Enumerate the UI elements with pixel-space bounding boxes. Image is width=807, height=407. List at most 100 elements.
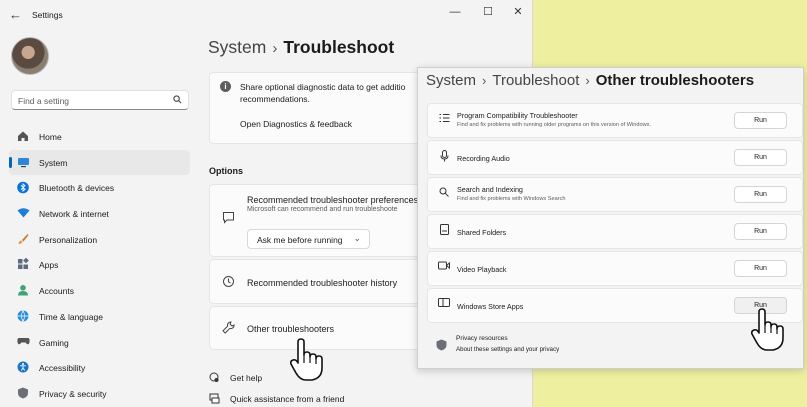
breadcrumb-system[interactable]: System: [208, 37, 266, 57]
run-button[interactable]: Run: [734, 186, 787, 203]
sidebar-item-label: Personalization: [39, 234, 98, 245]
troubleshooter-row: Search and Indexing Find and fix problem…: [427, 177, 803, 212]
breadcrumb-troubleshoot[interactable]: Troubleshoot: [492, 72, 579, 89]
breadcrumb: System › Troubleshoot: [208, 37, 394, 58]
quick-assistance-label: Quick assistance from a friend: [230, 394, 345, 404]
sidebar-item-apps[interactable]: Apps: [9, 252, 190, 278]
quick-assist-icon: [209, 393, 220, 407]
sidebar-item-accessibility[interactable]: Accessibility: [9, 355, 190, 381]
privacy-link[interactable]: About these settings and your privacy: [456, 346, 559, 353]
preference-dropdown[interactable]: Ask me before running ⌄: [247, 229, 370, 249]
back-arrow-icon[interactable]: ←: [9, 7, 22, 22]
shared-folder-icon: [437, 224, 451, 238]
diagnostics-text-line2: recommendations.: [240, 94, 310, 104]
page-title: Troubleshoot: [283, 37, 395, 57]
accounts-icon: [16, 284, 30, 298]
other-troubleshooters-label: Other troubleshooters: [247, 324, 335, 334]
troubleshooter-title: Program Compatibility Troubleshooter: [457, 111, 578, 120]
run-button[interactable]: Run: [734, 223, 787, 240]
privacy-resources: Privacy resources About these settings a…: [427, 330, 803, 362]
breadcrumb-separator: ›: [585, 73, 590, 88]
search-icon: [437, 187, 451, 200]
troubleshooter-title: Windows Store Apps: [457, 302, 524, 311]
get-help-label: Get help: [230, 373, 263, 383]
search-input[interactable]: Find a setting: [11, 90, 189, 110]
troubleshooter-row: Shared Folders Run: [427, 214, 803, 249]
troubleshooter-title: Search and Indexing: [457, 185, 523, 194]
run-button[interactable]: Run: [734, 112, 787, 129]
minimize-button[interactable]: —: [442, 4, 468, 20]
title-bar: ← Settings — ☐ ✕: [0, 0, 532, 30]
troubleshooter-row: Windows Store Apps Run: [427, 288, 803, 323]
wrench-icon: [222, 321, 235, 337]
troubleshooter-desc: Find and fix problems with running older…: [457, 122, 652, 128]
breadcrumb-system[interactable]: System: [426, 72, 476, 89]
store-apps-icon: [437, 298, 451, 310]
sidebar-item-system[interactable]: System: [9, 149, 190, 176]
sidebar-item-time-language[interactable]: Time & language: [9, 304, 190, 330]
gaming-icon: [16, 336, 30, 350]
info-icon: i: [220, 81, 231, 92]
sidebar-item-gaming[interactable]: Gaming: [9, 330, 190, 356]
maximize-button[interactable]: ☐: [475, 4, 501, 20]
options-heading: Options: [209, 166, 243, 176]
program-compat-icon: [437, 113, 451, 126]
time-language-icon: [16, 310, 30, 324]
help-icon: [209, 372, 220, 386]
sidebar-item-label: Gaming: [39, 337, 69, 348]
sidebar-item-label: Bluetooth & devices: [39, 183, 115, 194]
sidebar-item-label: Privacy & security: [39, 388, 107, 399]
close-button[interactable]: ✕: [505, 4, 531, 20]
run-button[interactable]: Run: [734, 149, 787, 166]
app-title: Settings: [32, 10, 63, 20]
run-button[interactable]: Run: [734, 260, 787, 277]
breadcrumb-separator: ›: [272, 40, 278, 57]
diagnostics-text-line1: Share optional diagnostic data to get ad…: [240, 82, 406, 92]
dropdown-value: Ask me before running: [257, 235, 343, 245]
troubleshooter-row: Program Compatibility Troubleshooter Fin…: [427, 103, 803, 138]
shield-icon: [16, 387, 30, 401]
troubleshooter-title: Shared Folders: [457, 228, 507, 237]
sidebar-item-label: Apps: [39, 260, 59, 271]
sidebar-item-personalization[interactable]: Personalization: [9, 227, 190, 253]
history-icon: [222, 275, 235, 291]
hand-cursor-icon: [751, 308, 784, 351]
avatar[interactable]: [11, 37, 49, 75]
panel-breadcrumb: System › Troubleshoot › Other troubleshooter…: [426, 72, 754, 89]
open-diagnostics-link[interactable]: Open Diagnostics & feedback: [240, 118, 352, 130]
history-label: Recommended troubleshooter history: [247, 278, 398, 288]
sidebar-item-label: Accessibility: [39, 363, 86, 374]
shield-icon: [436, 339, 447, 354]
sidebar-item-label: Home: [39, 132, 62, 142]
network-icon: [16, 207, 30, 221]
troubleshooter-row: Recording Audio Run: [427, 140, 803, 175]
sidebar-nav: Home System Bluetooth & devices Network …: [9, 124, 190, 407]
other-troubleshooters-panel: System › Troubleshoot › Other troubleshooter…: [417, 67, 804, 369]
troubleshooter-title: Recording Audio: [457, 154, 510, 163]
home-icon: [16, 130, 30, 144]
sidebar-item-privacy[interactable]: Privacy & security: [9, 381, 190, 407]
microphone-icon: [437, 150, 451, 165]
apps-icon: [16, 258, 30, 272]
bluetooth-icon: [16, 181, 30, 195]
search-icon[interactable]: [173, 95, 182, 106]
panel-title: Other troubleshooters: [595, 72, 755, 89]
sidebar-item-bluetooth[interactable]: Bluetooth & devices: [9, 175, 190, 201]
brush-icon: [16, 233, 30, 247]
system-icon: [16, 156, 30, 170]
diagnostics-text: Share optional diagnostic data to get ad…: [240, 81, 405, 105]
search-placeholder: Find a setting: [18, 96, 70, 106]
troubleshooter-title: Video Playback: [457, 265, 507, 274]
sidebar-item-label: Time & language: [39, 311, 103, 322]
accessibility-icon: [16, 361, 30, 375]
sidebar-item-network[interactable]: Network & internet: [9, 201, 190, 227]
sidebar-item-label: System: [39, 157, 68, 168]
hand-cursor-icon: [290, 338, 323, 381]
troubleshooter-desc: Find and fix problems with Windows Searc…: [457, 196, 566, 202]
recommended-desc: Microsoft can recommend and run troubles…: [247, 206, 398, 213]
chevron-down-icon: ⌄: [353, 233, 361, 243]
privacy-title: Privacy resources: [456, 335, 508, 342]
sidebar-item-home[interactable]: Home: [9, 124, 190, 150]
sidebar-item-accounts[interactable]: Accounts: [9, 278, 190, 304]
video-icon: [437, 261, 451, 273]
